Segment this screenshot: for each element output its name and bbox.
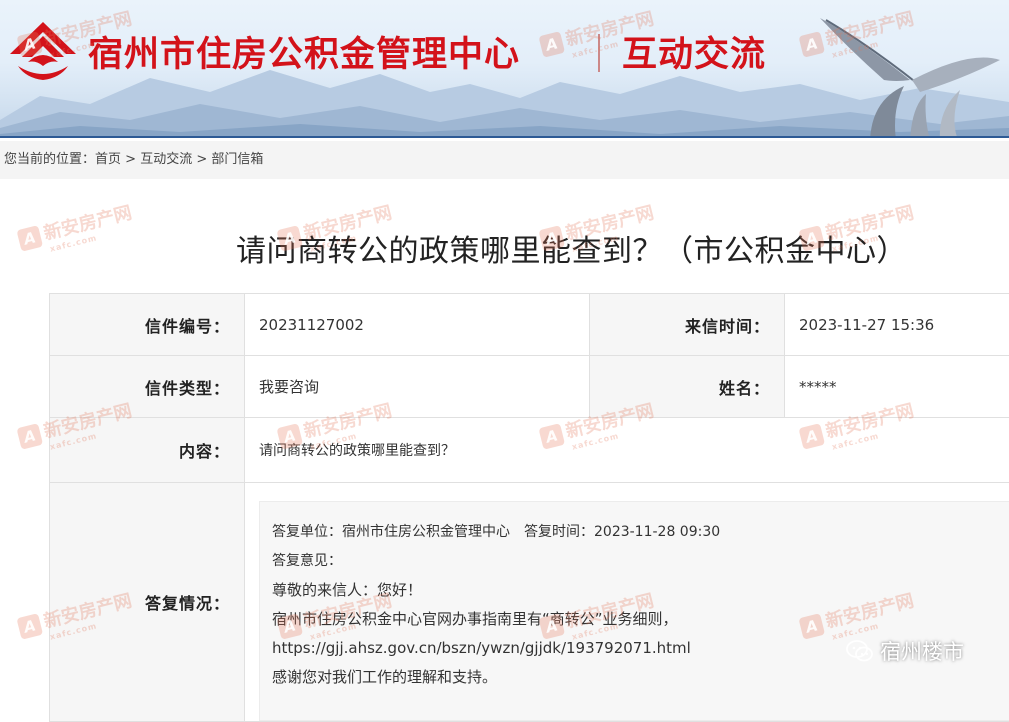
reply-line: 感谢您对我们工作的理解和支持。	[272, 663, 1006, 692]
sender-name-value: *****	[785, 356, 1009, 418]
wechat-icon	[846, 639, 874, 663]
breadcrumb-separator: >	[192, 152, 211, 167]
letter-type-value: 我要咨询	[245, 356, 590, 418]
sculpture-decoration	[800, 10, 1009, 138]
table-row: 内容： 请问商转公的政策哪里能查到？	[50, 418, 1009, 483]
reply-label: 答复情况：	[50, 483, 245, 722]
reply-opinion-label: 答复意见：	[272, 547, 1006, 576]
section-title: 互动交流	[622, 26, 766, 77]
reply-meta: 答复单位：宿州市住房公积金管理中心答复时间：2023-11-28 09:30	[272, 518, 1006, 547]
reply-body: 尊敬的来信人：您好！ 宿州市住房公积金中心官网办事指南里有“商转公”业务细则， …	[272, 576, 1006, 692]
content-value: 请问商转公的政策哪里能查到？	[245, 418, 1009, 483]
breadcrumb-home-link[interactable]: 首页	[95, 152, 121, 167]
title-divider	[598, 34, 600, 72]
letter-time-label: 来信时间：	[590, 294, 785, 356]
content-label: 内容：	[50, 418, 245, 483]
sender-name-label: 姓名：	[590, 356, 785, 418]
reply-cell: 答复单位：宿州市住房公积金管理中心答复时间：2023-11-28 09:30 答…	[245, 483, 1009, 722]
wechat-source-tag: 宿州楼市	[846, 636, 964, 666]
table-row: 信件类型： 我要咨询 姓名： *****	[50, 356, 1009, 418]
letter-time-value: 2023-11-27 15:36	[785, 294, 1009, 356]
site-title: 宿州市住房公积金管理中心	[88, 26, 520, 77]
breadcrumb: 您当前的位置：首页 > 互动交流 > 部门信箱	[0, 141, 1009, 179]
site-banner: 宿州市住房公积金管理中心 互动交流	[0, 0, 1009, 138]
reply-box: 答复单位：宿州市住房公积金管理中心答复时间：2023-11-28 09:30 答…	[259, 501, 1009, 721]
page-title: 请问商转公的政策哪里能查到？（市公积金中心）	[236, 226, 907, 270]
reply-unit: 答复单位：宿州市住房公积金管理中心	[272, 524, 510, 540]
letter-no-value: 20231127002	[245, 294, 590, 356]
letter-type-label: 信件类型：	[50, 356, 245, 418]
banner-bottom-line	[0, 136, 1009, 138]
table-row: 答复情况： 答复单位：宿州市住房公积金管理中心答复时间：2023-11-28 0…	[50, 483, 1009, 722]
breadcrumb-mailbox-link[interactable]: 部门信箱	[211, 152, 263, 167]
reply-greeting: 尊敬的来信人：您好！	[272, 576, 1006, 605]
breadcrumb-interaction-link[interactable]: 互动交流	[140, 152, 192, 167]
watermark: A新安房产网xafc.com	[15, 198, 136, 260]
breadcrumb-prefix: 您当前的位置：	[4, 152, 95, 167]
reply-line: 宿州市住房公积金中心官网办事指南里有“商转公”业务细则，	[272, 605, 1006, 634]
source-name: 宿州楼市	[880, 636, 964, 666]
breadcrumb-separator: >	[121, 152, 140, 167]
reply-time: 答复时间：2023-11-28 09:30	[524, 524, 720, 540]
table-row: 信件编号： 20231127002 来信时间： 2023-11-27 15:36	[50, 294, 1009, 356]
housing-fund-logo-icon	[8, 20, 78, 82]
letter-no-label: 信件编号：	[50, 294, 245, 356]
